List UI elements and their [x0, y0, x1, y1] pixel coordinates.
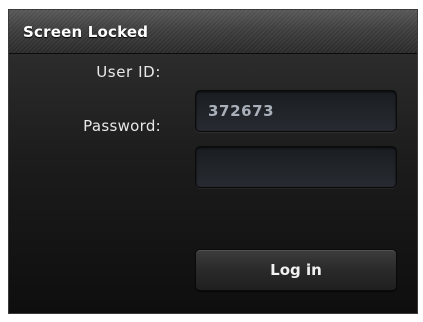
- screen-locked-dialog: Screen Locked User ID: Password: Log in: [8, 9, 418, 314]
- login-button[interactable]: Log in: [195, 249, 397, 291]
- user-id-label: User ID:: [96, 63, 161, 81]
- password-field-frame: [195, 146, 397, 188]
- password-input[interactable]: [196, 147, 396, 187]
- dialog-title: Screen Locked: [23, 23, 149, 41]
- user-id-field-frame: [195, 90, 397, 132]
- dialog-titlebar: Screen Locked: [9, 10, 417, 54]
- password-label: Password:: [83, 117, 161, 135]
- user-id-input[interactable]: [196, 91, 396, 131]
